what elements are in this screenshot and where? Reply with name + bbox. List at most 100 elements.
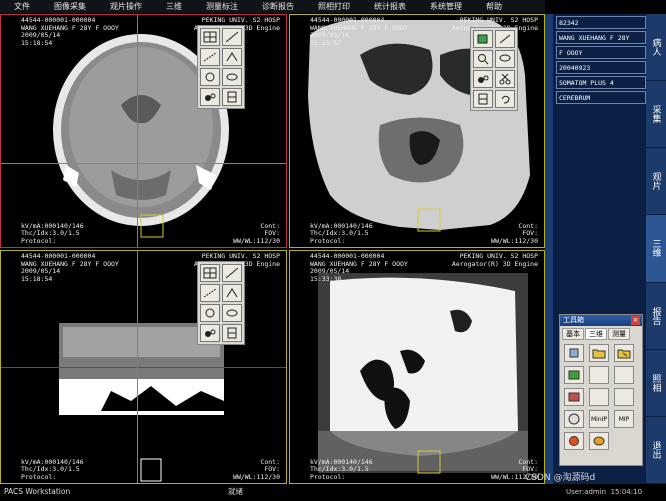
toolbox-tabs: 基本 三维 测量 <box>560 326 642 340</box>
scissors-icon[interactable] <box>495 70 515 88</box>
side-nav-item[interactable]: 三维 <box>646 215 666 283</box>
ellipse-roi-icon[interactable] <box>222 304 242 322</box>
menu-item[interactable]: 测量标注 <box>192 1 248 12</box>
menu-item[interactable]: 观片操作 <box>96 1 152 12</box>
overlay-top-left: 44544-000001-000004 WANG XUEHANG F 28Y F… <box>310 16 408 47</box>
sidebar-divider <box>545 14 553 484</box>
viewport-coronal[interactable]: 44544-000001-000004 WANG XUEHANG F 28Y F… <box>0 250 287 484</box>
ruler-icon[interactable] <box>222 28 242 46</box>
side-nav-item[interactable]: 病人 <box>646 14 666 82</box>
ellipse-roi-icon[interactable] <box>222 68 242 86</box>
toolbox-tab[interactable]: 三维 <box>585 328 607 340</box>
segment-icon[interactable] <box>564 366 584 384</box>
overlay-bottom-left: kV/mA:000140/146 Thc/Idx:3.0/1.5 Protoco… <box>310 221 373 245</box>
toolbox-grid: MinIP MIP <box>560 340 642 454</box>
scroll-icon[interactable] <box>473 90 493 108</box>
menu-item[interactable]: 帮助 <box>472 1 512 12</box>
overlay-top-left: 44544-000001-000004 WANG XUEHANG F 28Y F… <box>21 252 119 283</box>
ruler-icon[interactable] <box>222 264 242 282</box>
brain-3d-icon[interactable] <box>589 432 609 450</box>
side-nav-item[interactable]: 观片 <box>646 148 666 216</box>
crosshair-vertical <box>137 15 138 247</box>
side-nav-item[interactable]: 报告 <box>646 283 666 350</box>
patient-info-field: 82342 <box>556 16 646 29</box>
angle-icon[interactable] <box>222 48 242 66</box>
empty-slot <box>589 366 609 384</box>
side-nav-item[interactable]: 退出 <box>646 417 666 484</box>
side-navigation: 病人 采集 观片 三维 报告 照相 退出 <box>646 14 666 484</box>
side-nav-item[interactable]: 照相 <box>646 350 666 417</box>
patient-info-field: 20040923 <box>556 61 646 74</box>
cube-view-icon[interactable] <box>473 30 493 48</box>
status-text: 就绪 <box>228 487 243 496</box>
menu-bar: 文件 图像采集 观片操作 三维 测量标注 诊断报告 照相打印 统计报表 系统管理 帮助 <box>0 0 545 13</box>
rotate-icon[interactable] <box>200 304 220 322</box>
overlay-bottom-right: Cont: FOV: WW/WL:112/30 <box>491 221 538 245</box>
close-icon[interactable]: × <box>631 316 640 325</box>
overlay-bottom-left: kV/mA:000140/146 Thc/Idx:3.0/1.5 Protoco… <box>21 457 84 481</box>
tool-palette <box>197 261 245 345</box>
menu-item[interactable]: 系统管理 <box>416 1 472 12</box>
menu-item[interactable]: 图像采集 <box>40 1 96 12</box>
minip-button[interactable]: MinIP <box>589 410 609 428</box>
menu-item[interactable]: 三维 <box>152 1 192 12</box>
overlay-bottom-right: Cont: FOV: WW/WL:112/30 <box>233 457 280 481</box>
tool-palette <box>197 25 245 109</box>
mip-button[interactable]: MIP <box>614 410 634 428</box>
crosshair-horizontal <box>1 367 286 368</box>
patient-info-field: F OOOY <box>556 46 646 59</box>
toolbox-tab[interactable]: 基本 <box>562 328 584 340</box>
user-name: User:admin <box>566 488 607 496</box>
empty-slot <box>614 388 634 406</box>
side-nav-item[interactable]: 采集 <box>646 81 666 149</box>
skull-icon[interactable] <box>564 410 584 428</box>
empty-slot <box>589 388 609 406</box>
lasso-icon[interactable] <box>495 50 515 68</box>
overlay-bottom-left: kV/mA:000140/146 Thc/Idx:3.0/1.5 Protoco… <box>310 457 373 481</box>
color-render-icon[interactable] <box>564 432 584 450</box>
window-level-icon[interactable] <box>473 70 493 88</box>
patient-info-field: WANG XUEHANG F 28Y <box>556 31 646 44</box>
viewport-3d-skull[interactable]: 44544-000001-000004 WANG XUEHANG F 28Y F… <box>289 14 545 248</box>
measure-icon[interactable] <box>200 48 220 66</box>
menu-item[interactable]: 统计报表 <box>360 1 416 12</box>
save-folder-icon[interactable] <box>614 344 634 362</box>
patient-info-field: CEREBRUM <box>556 91 646 104</box>
rotate-icon[interactable] <box>200 68 220 86</box>
toolbox-title[interactable]: 工具箱 × <box>560 315 642 326</box>
viewport-3d-mip[interactable]: 44544-000001-000004 WANG XUEHANG F 28Y F… <box>289 250 545 484</box>
zoom-icon[interactable] <box>473 50 493 68</box>
cube-icon[interactable] <box>564 344 584 362</box>
overlay-top-left: 44544-000001-000004 WANG XUEHANG F 28Y F… <box>21 16 119 47</box>
toolbox-panel: 工具箱 × 基本 三维 测量 MinIP MIP <box>559 314 643 466</box>
menu-item[interactable]: 诊断报告 <box>248 1 304 12</box>
undo-icon[interactable] <box>495 90 515 108</box>
status-bar: PACS Workstation 就绪 User:admin 15:04:10 <box>0 485 666 501</box>
volume-render-icon[interactable] <box>564 388 584 406</box>
scroll-icon[interactable] <box>222 324 242 342</box>
pen-icon[interactable] <box>495 30 515 48</box>
layout-grid-icon[interactable] <box>200 28 220 46</box>
watermark: CSDN @淘源码d <box>525 473 596 483</box>
app-name: PACS Workstation <box>4 487 71 496</box>
tool-palette <box>470 27 518 111</box>
overlay-bottom-right: Cont: FOV: WW/WL:112/30 <box>233 221 280 245</box>
viewport-axial[interactable]: 44544-000001-000004 WANG XUEHANG F 28Y F… <box>0 14 287 248</box>
patient-info-field: SOMATOM PLUS 4 <box>556 76 646 89</box>
window-level-icon[interactable] <box>200 324 220 342</box>
toolbox-tab[interactable]: 测量 <box>608 328 630 340</box>
menu-item[interactable]: 照相打印 <box>304 1 360 12</box>
window-level-icon[interactable] <box>200 88 220 106</box>
toolbox-title-text: 工具箱 <box>563 316 584 324</box>
overlay-top-left: 44544-000001-000004 WANG XUEHANG F 28Y F… <box>310 252 408 283</box>
scroll-icon[interactable] <box>222 88 242 106</box>
empty-slot <box>614 366 634 384</box>
crosshair-horizontal <box>1 163 286 164</box>
layout-grid-icon[interactable] <box>200 264 220 282</box>
crosshair-vertical <box>137 251 138 483</box>
open-folder-icon[interactable] <box>589 344 609 362</box>
angle-icon[interactable] <box>222 284 242 302</box>
menu-item[interactable]: 文件 <box>0 1 40 12</box>
mip-3d-image <box>318 273 528 474</box>
measure-icon[interactable] <box>200 284 220 302</box>
